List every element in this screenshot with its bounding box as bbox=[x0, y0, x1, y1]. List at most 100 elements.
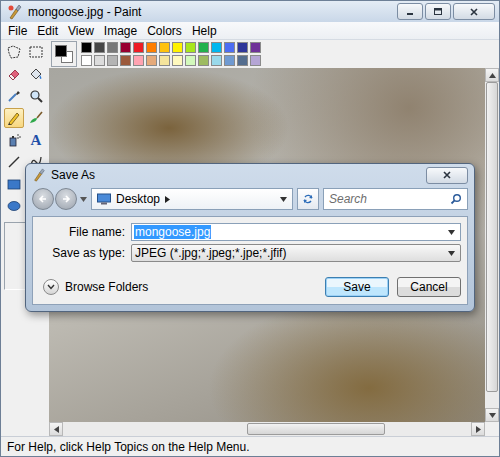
browse-folders-button[interactable]: Browse Folders bbox=[39, 279, 148, 295]
color-swatch[interactable] bbox=[172, 55, 183, 66]
tool-button[interactable] bbox=[4, 130, 24, 150]
tool-button[interactable] bbox=[4, 64, 24, 84]
location-label[interactable]: Desktop bbox=[116, 192, 160, 206]
tool-button[interactable] bbox=[26, 86, 46, 106]
color-swatch[interactable] bbox=[120, 42, 131, 53]
tool-button[interactable] bbox=[4, 86, 24, 106]
menu-item[interactable]: Colors bbox=[142, 24, 187, 38]
file-name-field[interactable]: mongoose.jpg bbox=[131, 223, 461, 241]
foreground-color[interactable] bbox=[55, 45, 67, 57]
tool-button[interactable] bbox=[4, 108, 24, 128]
color-swatch[interactable] bbox=[185, 55, 196, 66]
back-arrow-icon bbox=[38, 194, 48, 204]
dropdown-arrow-icon[interactable] bbox=[448, 230, 455, 235]
color-swatch[interactable] bbox=[250, 42, 261, 53]
color-swatch[interactable] bbox=[185, 42, 196, 53]
tool-button[interactable] bbox=[4, 42, 24, 62]
select-icon bbox=[28, 44, 44, 60]
file-name-value[interactable]: mongoose.jpg bbox=[134, 225, 211, 239]
scroll-right-button[interactable] bbox=[471, 422, 485, 436]
color-swatch[interactable] bbox=[159, 55, 170, 66]
color-swatch[interactable] bbox=[211, 55, 222, 66]
brush-icon bbox=[28, 110, 44, 126]
window-title: mongoose.jpg - Paint bbox=[28, 5, 392, 19]
close-button[interactable] bbox=[453, 3, 495, 20]
search-placeholder: Search bbox=[329, 192, 367, 206]
browse-folders-label[interactable]: Browse Folders bbox=[65, 280, 148, 294]
file-type-value: JPEG (*.jpg;*.jpeg;*.jpe;*.jfif) bbox=[134, 246, 287, 260]
menu-item[interactable]: Help bbox=[187, 24, 222, 38]
tool-button[interactable] bbox=[4, 152, 24, 172]
color-swatch[interactable] bbox=[198, 55, 209, 66]
menu-item[interactable]: File bbox=[3, 24, 32, 38]
tool-button[interactable] bbox=[26, 64, 46, 84]
dropdown-arrow-icon[interactable] bbox=[280, 197, 287, 202]
refresh-button[interactable] bbox=[297, 188, 319, 210]
color-swatch[interactable] bbox=[211, 42, 222, 53]
back-button[interactable] bbox=[32, 188, 54, 210]
scroll-down-button[interactable] bbox=[485, 408, 499, 422]
color-swatch[interactable] bbox=[250, 55, 261, 66]
dialog-close-button[interactable] bbox=[426, 167, 468, 184]
menu-item[interactable]: Image bbox=[99, 24, 142, 38]
color-swatch[interactable] bbox=[81, 55, 92, 66]
color-swatch[interactable] bbox=[81, 42, 92, 53]
horizontal-scrollbar[interactable] bbox=[49, 422, 485, 436]
color-swatch[interactable] bbox=[133, 42, 144, 53]
ellipse-icon bbox=[6, 198, 22, 214]
color-swatch[interactable] bbox=[237, 55, 248, 66]
minimize-button[interactable] bbox=[397, 3, 423, 20]
color-swatch[interactable] bbox=[146, 55, 157, 66]
color-swatch[interactable] bbox=[133, 55, 144, 66]
menu-bar: FileEditViewImageColorsHelp bbox=[1, 22, 499, 40]
current-colors[interactable] bbox=[51, 41, 77, 67]
scroll-thumb[interactable] bbox=[247, 423, 386, 435]
color-swatch[interactable] bbox=[146, 42, 157, 53]
tool-button[interactable] bbox=[26, 108, 46, 128]
refresh-icon bbox=[302, 193, 314, 205]
address-bar[interactable]: Desktop bbox=[91, 188, 293, 210]
color-swatch[interactable] bbox=[224, 42, 235, 53]
color-swatch[interactable] bbox=[237, 42, 248, 53]
forward-button[interactable] bbox=[55, 188, 77, 210]
free-select-icon bbox=[6, 44, 22, 60]
maximize-icon bbox=[433, 7, 443, 17]
file-type-dropdown[interactable]: JPEG (*.jpg;*.jpeg;*.jpe;*.jfif) bbox=[131, 244, 461, 262]
status-text: For Help, click Help Topics on the Help … bbox=[7, 440, 250, 454]
menu-item[interactable]: View bbox=[63, 24, 99, 38]
scroll-corner bbox=[485, 422, 499, 436]
desktop-icon bbox=[97, 193, 111, 205]
color-swatch[interactable] bbox=[120, 55, 131, 66]
color-swatch[interactable] bbox=[107, 42, 118, 53]
fill-icon bbox=[28, 66, 44, 82]
tool-button[interactable] bbox=[4, 196, 24, 216]
color-swatch[interactable] bbox=[94, 55, 105, 66]
up-arrow-icon bbox=[489, 73, 496, 78]
dropdown-arrow-icon bbox=[448, 251, 455, 256]
search-field[interactable]: Search bbox=[323, 188, 468, 210]
vertical-scrollbar[interactable] bbox=[485, 68, 499, 422]
scroll-thumb[interactable] bbox=[486, 82, 498, 392]
eraser-icon bbox=[6, 66, 22, 82]
tool-button[interactable] bbox=[4, 174, 24, 194]
tool-button[interactable] bbox=[26, 42, 46, 62]
dialog-body: File name:mongoose.jpgSave as type:JPEG … bbox=[32, 216, 468, 305]
color-swatch[interactable] bbox=[224, 55, 235, 66]
color-swatch[interactable] bbox=[198, 42, 209, 53]
dialog-button[interactable]: Save bbox=[325, 277, 389, 297]
color-swatch[interactable] bbox=[172, 42, 183, 53]
scroll-left-button[interactable] bbox=[49, 422, 63, 436]
dialog-button[interactable]: Cancel bbox=[397, 277, 461, 297]
scroll-up-button[interactable] bbox=[485, 68, 499, 82]
recent-pages-icon[interactable] bbox=[80, 197, 87, 202]
picker-icon bbox=[6, 88, 22, 104]
color-swatch[interactable] bbox=[94, 42, 105, 53]
maximize-button[interactable] bbox=[425, 3, 451, 20]
tool-button[interactable]: A bbox=[26, 130, 46, 150]
color-swatch[interactable] bbox=[159, 42, 170, 53]
pencil-icon bbox=[6, 110, 22, 126]
window-controls bbox=[397, 3, 495, 20]
breadcrumb-arrow-icon[interactable] bbox=[165, 196, 170, 203]
color-swatch[interactable] bbox=[107, 55, 118, 66]
menu-item[interactable]: Edit bbox=[32, 24, 63, 38]
